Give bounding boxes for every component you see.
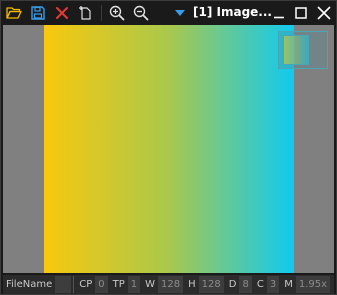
navigator-minimap[interactable]	[278, 31, 328, 69]
gradient-image	[44, 25, 294, 273]
channels-label: C	[256, 279, 264, 290]
zoom-out-icon	[133, 5, 149, 21]
minimize-button[interactable]	[269, 3, 289, 23]
status-bar: FileName CP 0 TP 1 W 128 H 128 D 8 C 3 M…	[3, 275, 334, 294]
window-menu-dropdown[interactable]	[170, 3, 190, 23]
image-viewport[interactable]	[3, 25, 334, 273]
maximize-button[interactable]	[291, 3, 311, 23]
width-label: W	[145, 279, 156, 290]
red-x-icon	[56, 7, 68, 19]
maximize-icon	[295, 7, 307, 19]
cp-value: 0	[95, 276, 108, 293]
cp-label: CP	[79, 279, 93, 290]
tp-value: 1	[127, 276, 141, 293]
channels-value: 3	[266, 276, 280, 293]
image-viewer-window: [1] Image... FileName CP 0 TP 1 W 128 H …	[0, 0, 337, 295]
tp-label: TP	[112, 279, 125, 290]
window-title: [1] Image...	[193, 5, 272, 19]
depth-label: D	[228, 279, 237, 290]
minimize-icon	[274, 16, 284, 19]
open-button[interactable]	[4, 3, 24, 23]
depth-value: 8	[239, 276, 252, 293]
magnification-value: 1.95x	[295, 276, 331, 293]
width-value: 128	[158, 276, 184, 293]
status-divider	[73, 276, 75, 293]
save-button[interactable]	[28, 3, 48, 23]
new-document-plus-icon	[79, 6, 91, 20]
filename-value	[55, 276, 72, 293]
close-window-button[interactable]	[314, 3, 334, 23]
height-label: H	[188, 279, 196, 290]
new-document-button[interactable]	[76, 3, 96, 23]
floppy-disk-icon	[31, 6, 45, 20]
minimap-view-rect[interactable]	[283, 35, 309, 65]
close-image-button[interactable]	[52, 3, 72, 23]
zoom-out-button[interactable]	[131, 3, 151, 23]
toolbar-separator	[101, 5, 102, 21]
filename-label: FileName	[6, 279, 53, 290]
zoom-in-button[interactable]	[107, 3, 127, 23]
close-icon	[317, 6, 331, 20]
triangle-down-icon	[175, 10, 185, 16]
height-value: 128	[198, 276, 224, 293]
folder-open-icon	[6, 7, 22, 19]
magnification-label: M	[284, 279, 293, 290]
toolbar: [1] Image...	[1, 1, 336, 25]
zoom-in-icon	[109, 5, 125, 21]
